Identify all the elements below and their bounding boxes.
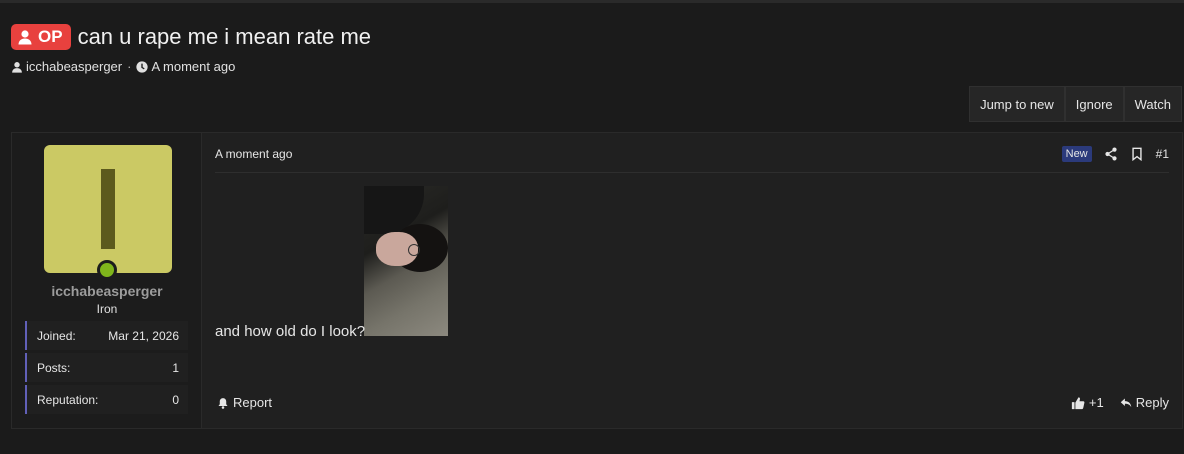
online-indicator (97, 260, 117, 280)
user-stats: Joined: Mar 21, 2026 Posts: 1 Reputation… (25, 321, 188, 417)
stat-reputation: Reputation: 0 (25, 385, 188, 414)
thread-time[interactable]: A moment ago (151, 59, 235, 74)
thread-title-row: OP can u rape me i mean rate me (11, 24, 371, 50)
jump-to-new-button[interactable]: Jump to new (969, 86, 1065, 122)
op-badge-label: OP (38, 27, 63, 46)
post-content: A moment ago New #1 and how old do I loo… (215, 133, 1172, 428)
like-button[interactable]: +1 (1071, 395, 1104, 410)
reply-icon (1120, 398, 1131, 407)
reply-label: Reply (1135, 395, 1169, 410)
clock-icon (136, 60, 149, 73)
user-icon (12, 61, 22, 73)
avatar[interactable] (44, 145, 172, 273)
report-label: Report (233, 395, 273, 410)
thread-meta: icchabeasperger · A moment ago (11, 59, 235, 74)
author-link[interactable]: icchabeasperger (26, 59, 122, 74)
post-header: A moment ago New #1 (215, 146, 1169, 173)
post-time[interactable]: A moment ago (215, 147, 292, 161)
stat-label: Posts: (37, 360, 71, 375)
share-icon[interactable] (1104, 147, 1118, 161)
post-image[interactable] (364, 186, 448, 336)
page-title: can u rape me i mean rate me (77, 24, 372, 49)
user-rank: Iron (96, 302, 118, 316)
avatar-letter-glyph (101, 169, 115, 249)
op-badge: OP (11, 24, 71, 50)
top-divider (0, 0, 1184, 3)
ignore-button[interactable]: Ignore (1064, 86, 1124, 122)
post-number[interactable]: #1 (1156, 147, 1169, 161)
thumbs-up-icon (1071, 396, 1085, 409)
like-count: +1 (1088, 395, 1104, 410)
post: icchabeasperger Iron Joined: Mar 21, 202… (11, 132, 1183, 429)
user-icon (18, 30, 32, 45)
stat-joined: Joined: Mar 21, 2026 (25, 321, 188, 350)
stat-value: 0 (172, 392, 179, 407)
stat-value: Mar 21, 2026 (108, 328, 179, 343)
post-user-column: icchabeasperger Iron Joined: Mar 21, 202… (12, 133, 202, 428)
stat-posts: Posts: 1 (25, 353, 188, 382)
watch-button[interactable]: Watch (1123, 86, 1182, 122)
stat-value: 1 (172, 360, 179, 375)
post-header-actions: New #1 (1061, 146, 1169, 162)
post-footer-actions: +1 Reply (1071, 395, 1169, 410)
thread-actions: Jump to new Ignore Watch (969, 86, 1182, 122)
stat-label: Joined: (37, 328, 76, 343)
stat-label: Reputation: (37, 392, 99, 407)
reply-button[interactable]: Reply (1120, 395, 1169, 410)
post-username[interactable]: icchabeasperger (12, 283, 202, 299)
report-button[interactable]: Report (217, 395, 272, 410)
bell-icon (218, 397, 228, 409)
new-badge: New (1061, 146, 1092, 162)
bookmark-icon[interactable] (1130, 147, 1144, 161)
meta-separator: · (127, 59, 132, 74)
post-body-text: and how old do I look? (215, 323, 366, 340)
post-footer: Report +1 Reply (215, 395, 1169, 415)
